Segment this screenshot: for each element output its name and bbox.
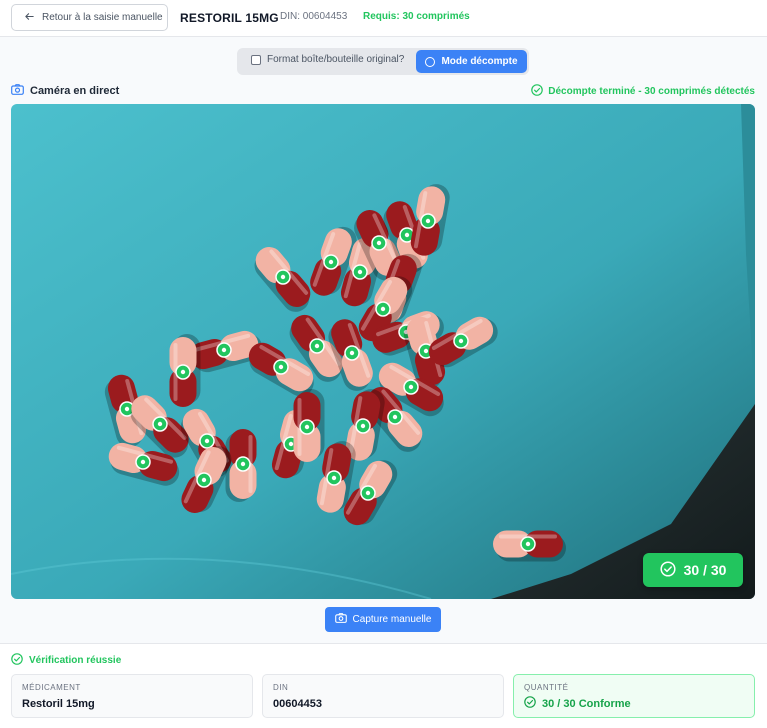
detection-dot xyxy=(280,274,286,280)
detection-dot xyxy=(423,348,429,354)
detection-dot xyxy=(404,232,410,238)
quantity-card: QUANTITÉ 30 / 30 Conforme xyxy=(513,674,755,718)
back-to-manual-entry-button[interactable]: Retour à la saisie manuelle xyxy=(11,4,168,31)
count-mode-label: Mode décompte xyxy=(441,56,518,67)
detection-dot xyxy=(140,459,146,465)
detection-dot xyxy=(349,350,355,356)
detection-dot xyxy=(408,384,414,390)
detection-dot xyxy=(204,438,210,444)
detection-dot xyxy=(525,541,531,547)
detection-dot xyxy=(304,424,310,430)
card-value: Restoril 15mg xyxy=(22,698,95,710)
original-format-checkbox[interactable]: Format boîte/bouteille original? xyxy=(251,54,404,65)
detection-dot xyxy=(365,490,371,496)
required-quantity: Requis: 30 comprimés xyxy=(363,11,470,22)
card-label: MÉDICAMENT xyxy=(22,683,81,692)
detection-dot xyxy=(288,441,294,447)
detection-dot xyxy=(240,461,246,467)
detection-dot xyxy=(124,406,130,412)
back-button-label: Retour à la saisie manuelle xyxy=(42,12,163,23)
detection-dot xyxy=(201,477,207,483)
camera-label: Caméra en direct xyxy=(30,85,120,97)
detection-dot xyxy=(360,423,366,429)
detection-dot xyxy=(314,343,320,349)
circle-icon xyxy=(425,56,436,67)
manual-capture-button[interactable]: Capture manuelle xyxy=(325,607,441,632)
detection-dot xyxy=(458,338,464,344)
detection-dot xyxy=(278,364,284,370)
capture-label: Capture manuelle xyxy=(352,614,432,625)
detection-dot xyxy=(376,240,382,246)
top-bar: Retour à la saisie manuelle RESTORIL 15M… xyxy=(0,0,767,37)
quantity-conforming: 30 / 30 Conforme xyxy=(524,696,744,711)
detection-dot xyxy=(331,475,337,481)
detection-dot xyxy=(392,414,398,420)
main-content: Format boîte/bouteille original? Mode dé… xyxy=(0,37,767,643)
camera-image xyxy=(11,104,755,599)
arrow-left-icon xyxy=(24,11,35,25)
verification-text: Vérification réussie xyxy=(29,655,122,666)
din-header: DIN: 00604453 xyxy=(280,11,348,22)
detection-dot xyxy=(157,421,163,427)
camera-section-title: Caméra en direct xyxy=(11,84,119,98)
count-mode-button[interactable]: Mode décompte xyxy=(416,50,527,73)
detection-dot xyxy=(221,347,227,353)
din-card: DIN 00604453 xyxy=(262,674,504,718)
check-circle-icon xyxy=(524,696,536,711)
verification-footer: Vérification réussie MÉDICAMENT Restoril… xyxy=(0,643,767,728)
card-value: 00604453 xyxy=(273,698,322,710)
checkbox-label: Format boîte/bouteille original? xyxy=(267,54,405,65)
live-camera-feed: 30 / 30 xyxy=(11,104,755,599)
check-circle-icon xyxy=(531,84,544,99)
pill-counter-badge: 30 / 30 xyxy=(643,553,743,587)
count-complete-status: Décompte terminé - 30 comprimés détectés xyxy=(531,84,755,99)
card-value: 30 / 30 Conforme xyxy=(542,697,631,710)
camera-icon xyxy=(334,613,347,626)
camera-icon xyxy=(11,84,24,98)
checkbox-icon[interactable] xyxy=(251,54,261,65)
count-status-text: Décompte terminé - 30 comprimés détectés xyxy=(548,86,755,97)
card-label: QUANTITÉ xyxy=(524,683,569,692)
verification-status: Vérification réussie xyxy=(11,653,121,668)
detection-dot xyxy=(425,218,431,224)
medication-title: RESTORIL 15MG xyxy=(180,11,279,25)
mode-toggle-bar: Format boîte/bouteille original? Mode dé… xyxy=(237,48,529,75)
counter-value: 30 / 30 xyxy=(683,562,727,578)
detection-dot xyxy=(180,369,186,375)
check-circle-icon xyxy=(11,653,23,668)
detection-dot xyxy=(328,259,334,265)
check-circle-icon xyxy=(660,560,676,580)
detection-dot xyxy=(380,306,386,312)
medication-card: MÉDICAMENT Restoril 15mg xyxy=(11,674,253,718)
card-label: DIN xyxy=(273,683,289,692)
detection-dot xyxy=(357,269,363,275)
